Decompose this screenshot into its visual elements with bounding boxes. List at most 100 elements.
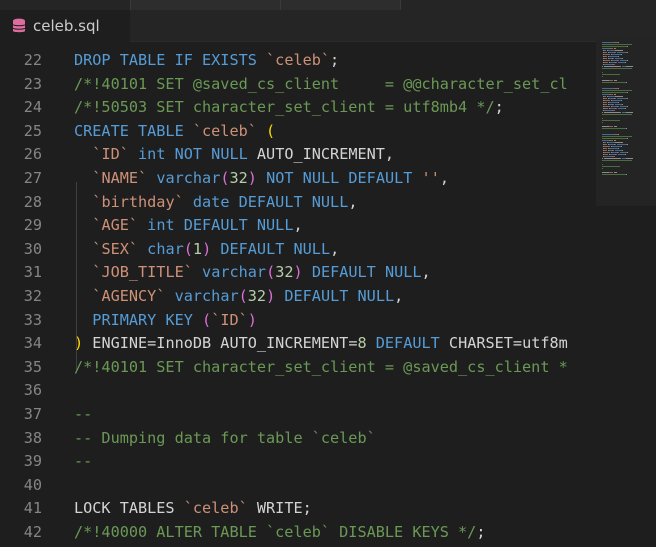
- code-line[interactable]: 22 DROP TABLE IF EXISTS `celeb`;: [0, 49, 596, 73]
- code-token: ): [266, 287, 276, 305]
- code-token: ): [74, 334, 84, 353]
- code-token: (: [183, 239, 193, 258]
- code-token: /*!40101 SET character_set_client = @sav…: [74, 357, 568, 376]
- code-text: PRIMARY KEY (`ID`): [74, 309, 257, 333]
- code-token: 8: [357, 334, 367, 353]
- code-token: ;: [330, 51, 340, 69]
- code-line[interactable]: 23 /*!40101 SET @saved_cs_client = @@char…: [0, 73, 596, 97]
- line-number: 25: [23, 121, 42, 140]
- inactive-tab[interactable]: [130, 0, 281, 10]
- code-token: varchar: [174, 287, 239, 305]
- code-token: --: [74, 405, 93, 423]
- code-token: ENGINE=InnoDB AUTO_INCREMENT=: [83, 334, 358, 353]
- code-text: /*!40101 SET @saved_cs_client = @@charac…: [74, 73, 568, 97]
- code-text: `NAME` varchar(32) NOT NULL DEFAULT '',: [74, 167, 449, 191]
- code-line[interactable]: 40: [0, 474, 596, 498]
- code-line[interactable]: 38 -- Dumping data for table `celeb`: [0, 427, 596, 451]
- code-text: `SEX` char(1) DEFAULT NULL,: [74, 238, 339, 262]
- code-line[interactable]: 26 `ID` int NOT NULL AUTO_INCREMENT,: [0, 143, 596, 167]
- code-token: `birthday`: [92, 192, 184, 211]
- code-token: `AGE`: [92, 216, 139, 235]
- line-number: 34: [23, 334, 42, 353]
- minimap-viewport-slider[interactable]: [596, 38, 656, 206]
- tab-bar: celeb.sql: [0, 0, 656, 42]
- code-line[interactable]: 27 `NAME` varchar(32) NOT NULL DEFAULT '…: [0, 167, 596, 191]
- code-text: DROP TABLE IF EXISTS `celeb`;: [74, 49, 339, 73]
- code-line[interactable]: 24 /*!50503 SET character_set_client = ut…: [0, 96, 596, 120]
- code-token: int DEFAULT NULL: [147, 216, 294, 235]
- line-number: 26: [23, 145, 42, 164]
- code-line[interactable]: 32 `AGENCY` varchar(32) DEFAULT NULL,: [0, 285, 596, 309]
- code-line[interactable]: 29 `AGE` int DEFAULT NULL,: [0, 214, 596, 238]
- line-number: 40: [23, 475, 42, 494]
- code-token: NOT NULL DEFAULT: [256, 169, 422, 187]
- code-token: (: [238, 287, 248, 305]
- code-token: (: [220, 169, 230, 187]
- inactive-tab[interactable]: [400, 0, 601, 10]
- code-token: AUTO_INCREMENT,: [256, 145, 395, 164]
- code-token: ): [247, 310, 257, 329]
- line-number: 32: [23, 287, 42, 305]
- code-token: varchar: [202, 263, 267, 282]
- code-token: `SEX`: [92, 239, 139, 258]
- code-token: char: [147, 239, 184, 258]
- code-line[interactable]: 30 `SEX` char(1) DEFAULT NULL,: [0, 238, 596, 262]
- line-number: 30: [23, 239, 42, 258]
- vertical-scrollbar[interactable]: [649, 38, 656, 547]
- code-text: `birthday` date DEFAULT NULL,: [74, 191, 357, 215]
- code-line[interactable]: 36: [0, 379, 596, 403]
- code-token: `AGENCY`: [92, 287, 166, 305]
- line-number: 41: [23, 499, 42, 518]
- code-token: CHARSET=utf8m: [448, 334, 568, 353]
- code-line[interactable]: 41 LOCK TABLES `celeb` WRITE;: [0, 497, 596, 521]
- code-line[interactable]: 34) ENGINE=InnoDB AUTO_INCREMENT=8 DEFAU…: [0, 332, 596, 356]
- code-line[interactable]: 28 `birthday` date DEFAULT NULL,: [0, 191, 596, 215]
- code-token: ,: [330, 239, 340, 258]
- code-token: 1: [192, 239, 203, 258]
- code-text: CREATE TABLE `celeb` (: [74, 120, 275, 144]
- code-token: `celeb`: [183, 499, 248, 518]
- code-text: LOCK TABLES `celeb` WRITE;: [74, 497, 312, 521]
- code-line[interactable]: 42 /*!40000 ALTER TABLE `celeb` DISABLE K…: [0, 521, 596, 545]
- line-number: 37: [23, 405, 42, 423]
- code-line[interactable]: 39 --: [0, 450, 596, 474]
- line-number: 35: [23, 357, 42, 376]
- code-token: `ID`: [211, 310, 248, 329]
- code-line[interactable]: 31 `JOB_TITLE` varchar(32) DEFAULT NULL,: [0, 261, 596, 285]
- code-text: `AGENCY` varchar(32) DEFAULT NULL,: [74, 285, 403, 309]
- code-token: DEFAULT NULL: [211, 239, 331, 258]
- code-token: ,: [439, 169, 449, 187]
- code-line[interactable]: 37 --: [0, 403, 596, 427]
- code-line[interactable]: 35 /*!40101 SET character_set_client = @s…: [0, 356, 596, 380]
- line-number: 22: [23, 51, 42, 69]
- code-editor[interactable]: 22 DROP TABLE IF EXISTS `celeb`; 23 /*!4010…: [0, 38, 596, 547]
- code-token: `ID`: [92, 145, 129, 164]
- line-number: 23: [23, 74, 42, 93]
- code-token: (: [202, 310, 212, 329]
- code-token: DEFAULT NULL: [275, 287, 395, 305]
- code-line[interactable]: 33 PRIMARY KEY (`ID`): [0, 309, 596, 333]
- code-text: `JOB_TITLE` varchar(32) DEFAULT NULL,: [74, 261, 430, 285]
- inactive-tab[interactable]: [280, 0, 401, 10]
- code-token: -- Dumping data for table `celeb`: [74, 428, 376, 447]
- code-line[interactable]: 25 CREATE TABLE `celeb` (: [0, 120, 596, 144]
- code-token: LOCK TABLES: [74, 499, 184, 518]
- line-number: 29: [23, 216, 42, 235]
- tab-title: celeb.sql: [33, 17, 100, 35]
- line-number: 31: [23, 263, 42, 282]
- code-token: (: [266, 263, 276, 282]
- code-token: ,: [394, 287, 404, 305]
- code-token: (: [266, 121, 276, 140]
- code-token: WRITE;: [247, 499, 312, 518]
